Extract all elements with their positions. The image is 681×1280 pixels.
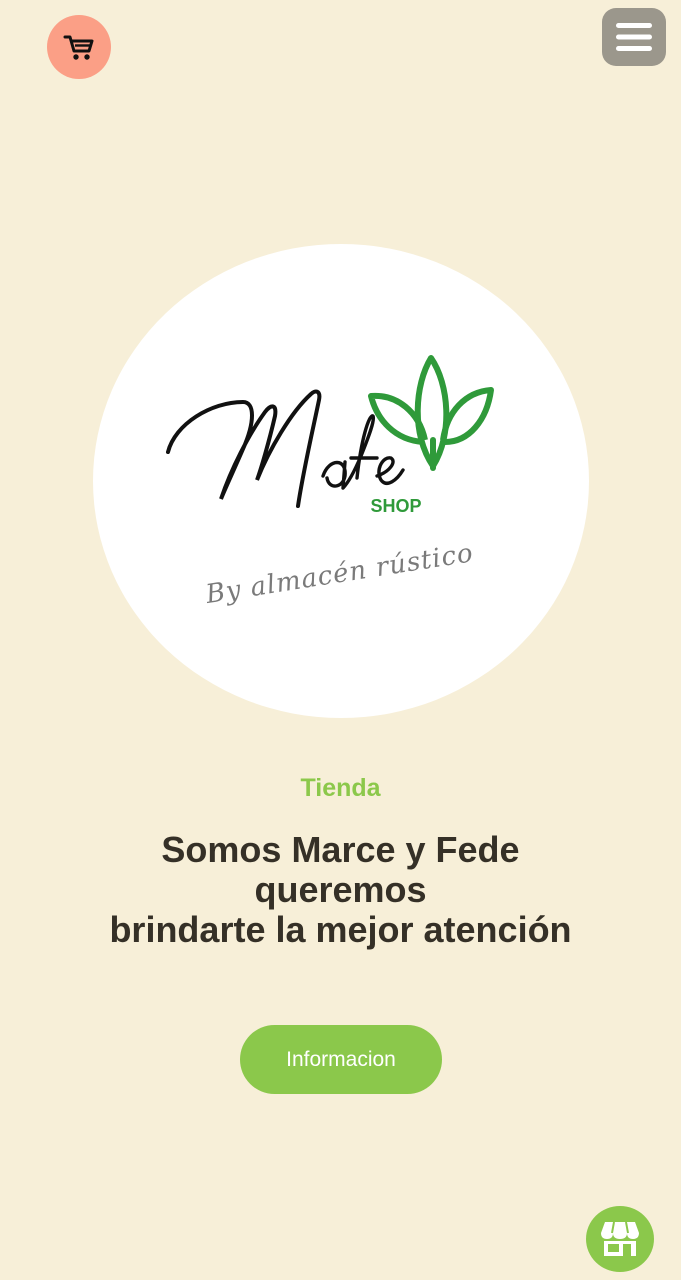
headline-line-1: Somos Marce y Fede [161,829,520,870]
logo-script-m [166,389,322,508]
cart-icon [63,35,94,60]
cart-button[interactable] [47,15,111,79]
section-eyebrow: Tienda [300,774,381,802]
logo-shop-label: SHOP [370,496,421,516]
store-icon [601,1221,639,1256]
store-button[interactable] [586,1206,654,1272]
mafe-logo-graphic: SHOP By almacén rústico [166,355,494,610]
hamburger-menu-icon [616,23,652,51]
logo-leaf-right [440,387,494,445]
info-button[interactable]: Informacion [240,1025,442,1094]
menu-button[interactable] [602,8,666,66]
logo-tagline: By almacén rústico [203,538,476,610]
headline-line-2: queremos [254,869,427,910]
headline-line-3: brindarte la mejor atención [109,909,572,950]
brand-logo: SHOP By almacén rústico [93,244,589,718]
hero-headline: Somos Marce y Fede queremos brindarte la… [0,830,681,950]
